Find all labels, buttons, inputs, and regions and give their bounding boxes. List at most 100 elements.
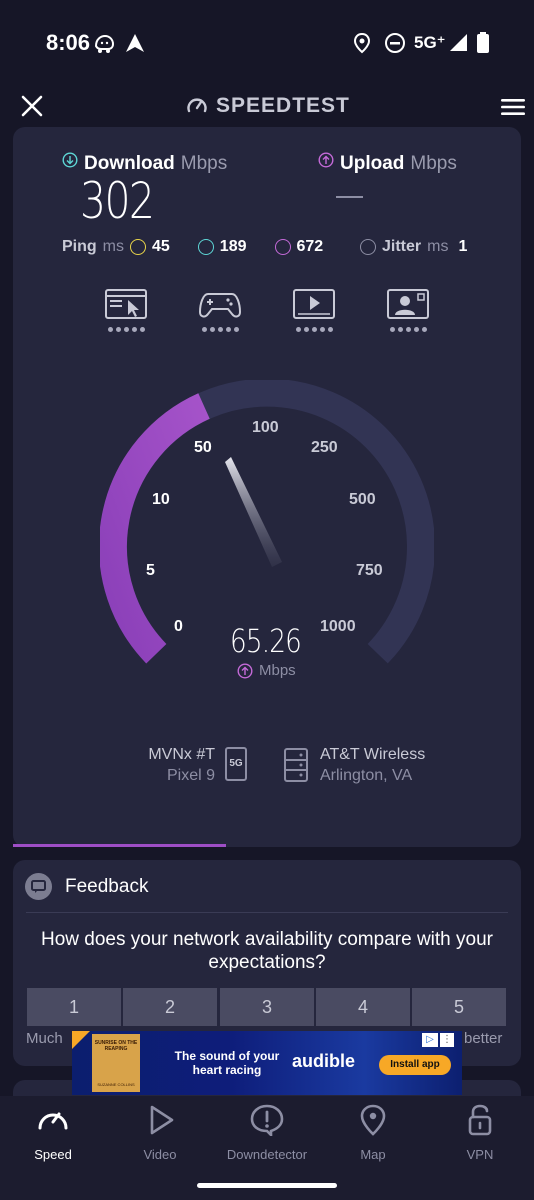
dnd-icon [385, 33, 405, 53]
gauge-tick-250: 250 [311, 439, 338, 456]
gauge-fill [100, 393, 210, 664]
gesture-home-bar[interactable] [197, 1183, 337, 1188]
jitter-row: Jitter ms 1 [360, 238, 467, 256]
ping-row: Ping ms 45 189 672 [62, 238, 323, 256]
gauge-tick-500: 500 [349, 491, 376, 508]
nav-map[interactable]: Map [328, 1104, 418, 1162]
jitter-value: 1 [458, 238, 468, 255]
gauge-tick-750: 750 [356, 562, 383, 579]
video-call-icon[interactable] [386, 288, 430, 322]
close-icon[interactable] [16, 90, 48, 122]
waze-icon [94, 34, 115, 53]
browsing-rating [108, 327, 145, 332]
jitter-label: Jitter [382, 238, 422, 255]
jitter-icon [360, 239, 376, 255]
battery-icon [477, 32, 489, 53]
feedback-question: How does your network availability compa… [41, 929, 493, 973]
upload-label: Upload [340, 153, 405, 174]
current-speed-value: 65.26 [230, 622, 302, 660]
phone-5g-icon: 5G [225, 747, 247, 781]
speedometer-icon [38, 1112, 68, 1130]
video-rating [296, 327, 333, 332]
current-speed-unit-row: Mbps [237, 662, 296, 679]
current-speed-unit: Mbps [259, 662, 296, 679]
gauge-tick-5: 5 [146, 562, 155, 579]
ping-label: Ping [62, 238, 97, 255]
ad-headline: The sound of your heart racing [174, 1049, 280, 1077]
gauge-tick-10: 10 [152, 491, 170, 508]
upload-unit: Mbps [410, 153, 457, 174]
nav-downdetector-label: Downdetector [226, 1147, 308, 1162]
ad-brand: audible [292, 1051, 356, 1071]
ad-book-cover: SUNRISE ON THE REAPING SUZANNE COLLINS [92, 1034, 140, 1092]
nav-vpn-label: VPN [466, 1147, 494, 1162]
gauge-tick-100: 100 [252, 419, 279, 436]
download-ping-icon [197, 239, 214, 255]
device-carrier: MVNx #T [148, 746, 215, 763]
gaming-rating [202, 327, 239, 332]
nav-downdetector[interactable]: Downdetector [222, 1104, 312, 1162]
ad-install-button[interactable]: Install app [379, 1055, 451, 1075]
upload-arrow-icon [318, 152, 334, 168]
nav-speed[interactable]: Speed [8, 1104, 98, 1162]
ping-unit: ms [102, 238, 124, 255]
test-progress-bar [13, 844, 226, 847]
app-title: SPEEDTEST [216, 94, 350, 117]
feedback-title: Feedback [65, 876, 149, 897]
upload-ping-icon [274, 239, 291, 255]
ping-upload-value: 672 [296, 238, 324, 255]
rating-low-label: Much [26, 1030, 63, 1047]
rating-high-label: better [464, 1030, 503, 1047]
maps-nav-icon [126, 34, 144, 52]
rating-button-5[interactable]: 5 [412, 988, 506, 1026]
ping-idle-value: 45 [152, 238, 170, 255]
upload-phase-icon [237, 662, 253, 679]
download-unit: Mbps [180, 153, 228, 174]
ad-book-author: SUZANNE COLLINS [97, 1082, 135, 1087]
play-icon [150, 1105, 174, 1135]
gauge-needle [225, 457, 282, 567]
upload-header: Upload Mbps [318, 152, 457, 175]
map-pin-icon [360, 1104, 386, 1136]
alert-icon [250, 1104, 284, 1139]
speedometer-logo-icon [187, 98, 207, 113]
nav-video[interactable]: Video [115, 1104, 205, 1162]
feedback-divider [26, 912, 508, 913]
ad-book-title: SUNRISE ON THE REAPING [94, 1040, 138, 1052]
rating-button-1[interactable]: 1 [27, 988, 121, 1026]
location-icon [353, 32, 371, 54]
ad-banner[interactable]: SUNRISE ON THE REAPING SUZANNE COLLINS T… [72, 1031, 462, 1095]
hamburger-menu-icon[interactable] [498, 94, 528, 120]
browser-cursor-icon[interactable] [104, 288, 148, 322]
ad-info-icon[interactable]: ▷ [422, 1033, 438, 1047]
jitter-unit: ms [427, 238, 449, 255]
download-value: 302 [80, 172, 155, 230]
lock-open-icon [468, 1104, 492, 1136]
signal-icon [450, 34, 467, 51]
gauge-tick-50: 50 [194, 439, 212, 456]
device-model: Pixel 9 [166, 767, 215, 784]
upload-value-pending [336, 196, 363, 198]
gamepad-icon[interactable] [198, 288, 242, 322]
server-isp[interactable]: AT&T Wireless [320, 746, 425, 764]
rating-button-3[interactable]: 3 [220, 988, 314, 1026]
gauge-tick-0: 0 [174, 618, 183, 635]
video-player-icon[interactable] [292, 288, 336, 322]
rating-button-2[interactable]: 2 [123, 988, 217, 1026]
status-time: 8:06 [46, 30, 91, 55]
network-type: 5G⁺ [414, 33, 446, 52]
speedtest-logo: SPEEDTEST [186, 92, 350, 120]
nav-vpn[interactable]: VPN [435, 1104, 525, 1162]
idle-ping-icon [130, 239, 146, 255]
download-arrow-icon [62, 152, 78, 168]
rating-button-4[interactable]: 4 [316, 988, 410, 1026]
ad-corner [72, 1031, 90, 1049]
gauge-tick-1000: 1000 [320, 618, 356, 635]
nav-video-label: Video [143, 1147, 177, 1162]
nav-speed-label: Speed [34, 1147, 72, 1162]
nav-map-label: Map [360, 1147, 386, 1162]
video-call-rating [390, 327, 427, 332]
ad-close-icon[interactable]: ⋮ [440, 1033, 454, 1047]
feedback-chat-icon [25, 873, 52, 900]
server-icon[interactable] [284, 748, 308, 782]
